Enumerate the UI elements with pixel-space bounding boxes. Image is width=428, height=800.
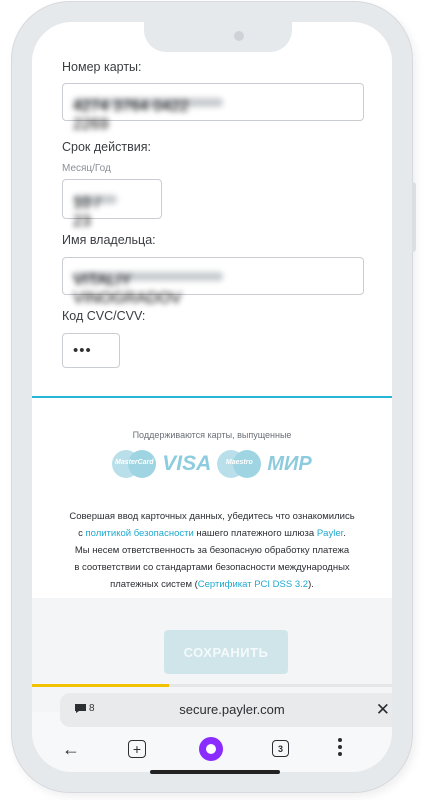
cvc-value: ••• [73, 342, 92, 359]
card-logos: MasterCard VISA Maestro МИР [32, 450, 392, 478]
save-button[interactable]: СОХРАНИТЬ [164, 630, 288, 674]
cvc-input[interactable]: ••• [62, 333, 120, 368]
address-bar[interactable]: 8 secure.payler.com ✕ [60, 693, 392, 727]
phone-frame: Номер карты: 4274 3764 0422 2269 Срок де… [12, 2, 416, 792]
more-menu-icon[interactable] [337, 737, 343, 762]
supported-cards-text: Поддерживаются карты, выпущенные [132, 430, 292, 440]
phone-screen: Номер карты: 4274 3764 0422 2269 Срок де… [32, 22, 392, 772]
alice-icon [199, 737, 223, 761]
security-policy-link[interactable]: политикой безопасности [85, 528, 193, 539]
page-load-progress [32, 684, 392, 687]
holder-value: VITALIY VINOGRADOV [73, 271, 223, 307]
front-camera [234, 31, 244, 41]
new-tab-button[interactable]: + [128, 740, 146, 758]
tabs-switcher-button[interactable]: 3 [272, 740, 289, 757]
home-indicator[interactable] [150, 770, 280, 774]
plus-icon: + [128, 740, 146, 758]
cvc-label: Код CVC/CVV: [62, 309, 146, 323]
visa-logo: VISA [162, 452, 212, 475]
url-text[interactable]: secure.payler.com [60, 702, 392, 717]
holder-label: Имя владельца: [62, 233, 156, 247]
side-button [412, 182, 416, 252]
expiry-value: 10 / 23 [73, 194, 117, 230]
browser-navbar: ← + 3 [32, 727, 392, 772]
tabs-count: 3 [272, 740, 289, 757]
notch [144, 22, 292, 52]
pci-certificate-link[interactable]: Сертификат PCI DSS 3.2 [198, 579, 308, 590]
expiry-input[interactable]: 10 / 23 [62, 179, 162, 230]
card-number-label: Номер карты: [62, 60, 142, 74]
mastercard-logo: MasterCard [112, 450, 157, 478]
back-arrow-icon[interactable]: ← [62, 739, 80, 760]
close-icon[interactable]: ✕ [376, 700, 390, 720]
security-description: Совершая ввод карточных данных, убедитес… [69, 511, 355, 590]
progress-fill [32, 684, 169, 687]
alice-assistant-button[interactable] [199, 737, 223, 761]
card-form: Номер карты: 4274 3764 0422 2269 Срок де… [32, 22, 392, 396]
payler-link[interactable]: Payler [317, 528, 343, 539]
maestro-logo: Maestro [217, 450, 262, 478]
expiry-label: Срок действия: [62, 140, 151, 154]
card-number-input[interactable]: 4274 3764 0422 2269 [62, 83, 364, 133]
mir-logo: МИР [267, 452, 312, 475]
info-section: Поддерживаются карты, выпущенные MasterC… [32, 398, 392, 598]
expiry-sublabel: Месяц/Год [62, 163, 111, 174]
holder-input[interactable]: VITALIY VINOGRADOV [62, 257, 364, 307]
card-number-value: 4274 3764 0422 2269 [73, 97, 223, 133]
